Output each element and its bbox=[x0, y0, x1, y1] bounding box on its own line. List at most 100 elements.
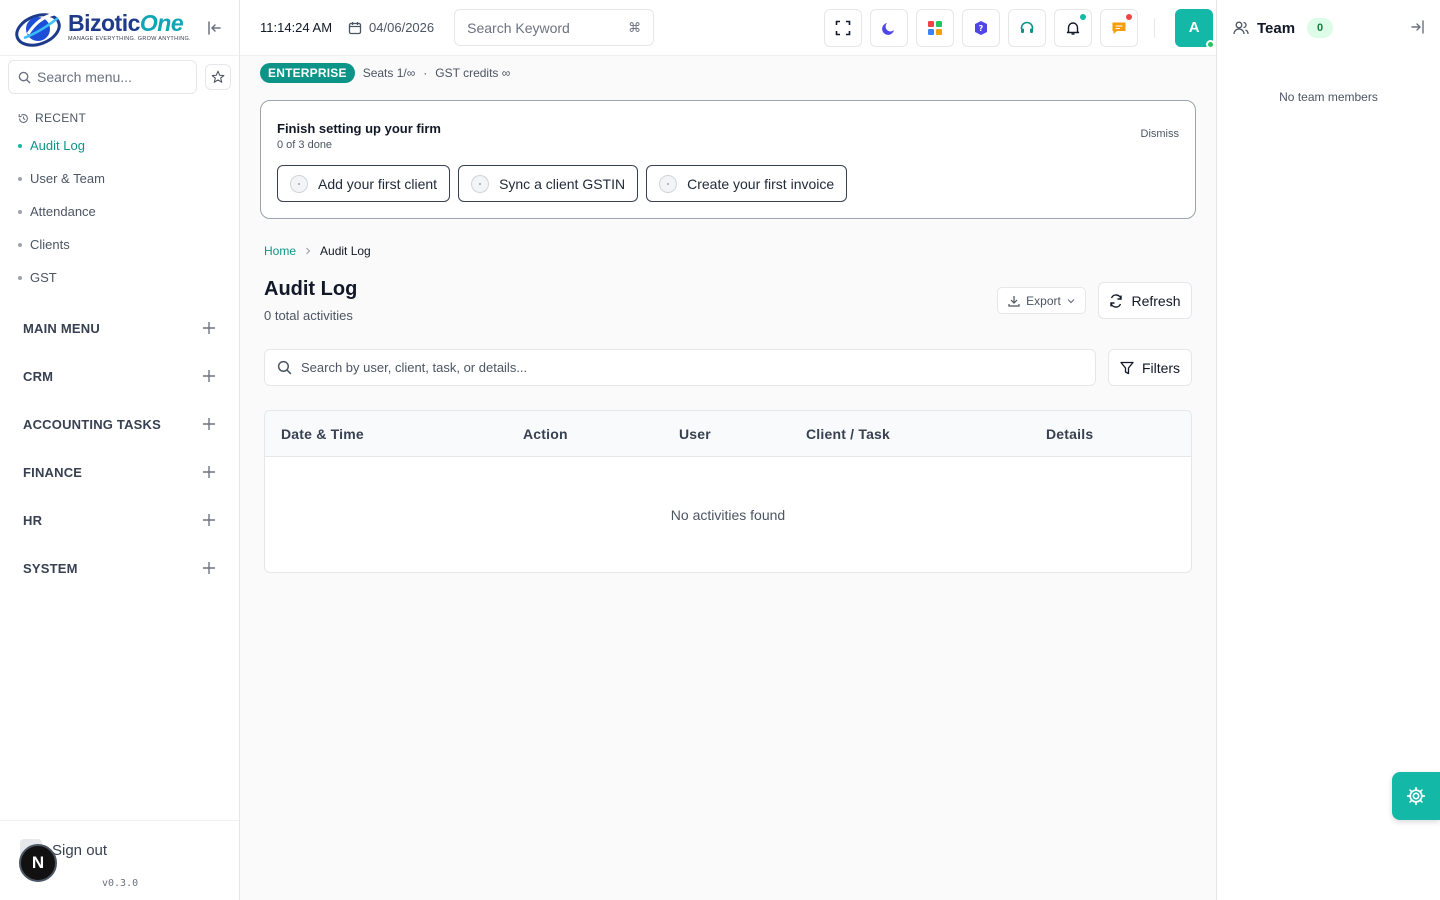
plus-icon bbox=[203, 370, 215, 382]
close-team-panel-button[interactable] bbox=[1410, 19, 1424, 37]
step-add-first-client[interactable]: Add your first client bbox=[277, 165, 451, 202]
column-details[interactable]: Details bbox=[1046, 426, 1093, 442]
fullscreen-button[interactable] bbox=[824, 8, 863, 47]
menu-group-label: CRM bbox=[23, 368, 54, 384]
menu-group-label: MAIN MENU bbox=[23, 320, 100, 336]
help-button[interactable]: ? bbox=[962, 8, 1001, 47]
menu-group-label: ACCOUNTING TASKS bbox=[23, 416, 162, 432]
step-sync-client-gstin[interactable]: Sync a client GSTIN bbox=[458, 165, 639, 202]
bullet-dot bbox=[18, 275, 22, 280]
refresh-icon bbox=[1110, 293, 1123, 308]
settings-fab[interactable] bbox=[1392, 772, 1440, 820]
sidebar-search bbox=[8, 60, 197, 94]
bullet-dot bbox=[18, 143, 22, 148]
help-shield-icon: ? bbox=[975, 20, 988, 35]
activity-search bbox=[264, 349, 1096, 386]
column-action[interactable]: Action bbox=[523, 426, 568, 442]
activity-search-input[interactable] bbox=[301, 360, 1081, 375]
column-user[interactable]: User bbox=[679, 426, 711, 442]
menu-group-main-menu[interactable]: MAIN MENU bbox=[0, 304, 239, 352]
messages-button[interactable] bbox=[1100, 8, 1139, 47]
team-panel: Team 0 No team members bbox=[1216, 0, 1440, 900]
online-status-dot bbox=[1206, 39, 1216, 49]
logo-row: BizoticOne MANAGE EVERYTHING. GROW ANYTH… bbox=[0, 0, 239, 56]
setup-progress: 0 of 3 done bbox=[277, 139, 333, 151]
keyword-search-input[interactable] bbox=[467, 19, 618, 36]
chat-icon bbox=[1112, 22, 1126, 34]
export-button[interactable]: Export bbox=[997, 287, 1086, 314]
plan-info: ENTERPRISE Seats 1/∞ · GST credits ∞ bbox=[260, 63, 510, 83]
recent-section-header: RECENT bbox=[0, 111, 239, 125]
column-client-task[interactable]: Client / Task bbox=[806, 426, 890, 442]
users-icon bbox=[1233, 21, 1249, 35]
user-avatar[interactable]: A bbox=[1175, 8, 1216, 49]
team-count-badge: 0 bbox=[1307, 18, 1334, 38]
bullet-dot bbox=[18, 242, 22, 247]
dev-tools-badge[interactable]: N bbox=[19, 844, 57, 882]
setup-checklist-card: Finish setting up your firm 0 of 3 done … bbox=[260, 100, 1196, 219]
step-label: Add your first client bbox=[318, 175, 438, 192]
star-icon bbox=[211, 70, 225, 83]
recent-item-label: GST bbox=[30, 270, 57, 285]
apps-button[interactable] bbox=[916, 8, 955, 47]
plus-icon bbox=[203, 562, 215, 574]
collapse-sidebar-button[interactable] bbox=[205, 18, 225, 38]
menu-group-crm[interactable]: CRM bbox=[0, 352, 239, 400]
recent-item-user-team[interactable]: User & Team bbox=[0, 162, 239, 195]
recent-item-attendance[interactable]: Attendance bbox=[0, 195, 239, 228]
recent-item-label: Clients bbox=[30, 237, 70, 252]
chevron-right-icon bbox=[306, 247, 311, 255]
bell-icon bbox=[1066, 21, 1080, 35]
menu-group-label: SYSTEM bbox=[23, 560, 78, 576]
bullet-dot bbox=[18, 176, 22, 181]
page-title: Audit Log bbox=[264, 278, 358, 300]
sidebar-search-input[interactable] bbox=[37, 69, 187, 85]
brand-tagline: MANAGE EVERYTHING. GROW ANYTHING. bbox=[68, 36, 191, 43]
refresh-button[interactable]: Refresh bbox=[1098, 282, 1192, 319]
search-icon bbox=[18, 71, 31, 84]
gst-credits-info: GST credits ∞ bbox=[435, 66, 511, 80]
favorites-button[interactable] bbox=[205, 64, 231, 90]
sidebar-footer: Sign out N v0.3.0 bbox=[0, 820, 239, 900]
recent-item-clients[interactable]: Clients bbox=[0, 228, 239, 261]
avatar-initial: A bbox=[1188, 19, 1200, 36]
activity-count: 0 total activities bbox=[264, 308, 353, 323]
arrow-right-to-line-icon bbox=[1411, 19, 1424, 34]
calendar-icon bbox=[348, 21, 362, 34]
headset-icon bbox=[1020, 21, 1034, 33]
plus-icon bbox=[203, 514, 215, 526]
app-version: v0.3.0 bbox=[102, 878, 139, 889]
date-text: 04/06/2026 bbox=[369, 20, 435, 35]
recent-list: Audit Log User & Team Attendance Clients… bbox=[0, 129, 239, 294]
notification-dot bbox=[1080, 13, 1087, 20]
breadcrumb: Home Audit Log bbox=[264, 244, 371, 258]
menu-group-label: FINANCE bbox=[23, 464, 83, 480]
brand-name-accent: One bbox=[139, 10, 184, 37]
menu-group-label: HR bbox=[23, 512, 43, 528]
sign-out-label: Sign out bbox=[52, 841, 108, 859]
apps-grid-icon bbox=[928, 20, 943, 35]
recent-item-audit-log[interactable]: Audit Log bbox=[0, 129, 239, 162]
filters-button[interactable]: Filters bbox=[1108, 349, 1192, 386]
dark-mode-toggle[interactable] bbox=[870, 8, 909, 47]
menu-group-hr[interactable]: HR bbox=[0, 496, 239, 544]
notifications-button[interactable] bbox=[1054, 8, 1093, 47]
step-create-first-invoice[interactable]: Create your first invoice bbox=[646, 165, 848, 202]
breadcrumb-current: Audit Log bbox=[320, 244, 371, 258]
step-label: Sync a client GSTIN bbox=[499, 175, 626, 192]
brand-wordmark: BizoticOne MANAGE EVERYTHING. GROW ANYTH… bbox=[68, 12, 191, 43]
column-date-time[interactable]: Date & Time bbox=[281, 426, 364, 442]
menu-group-accounting-tasks[interactable]: ACCOUNTING TASKS bbox=[0, 400, 239, 448]
support-button[interactable] bbox=[1008, 8, 1047, 47]
plus-icon bbox=[203, 322, 215, 334]
clock: 11:14:24 AM bbox=[260, 20, 333, 35]
empty-state: No activities found bbox=[670, 507, 786, 523]
recent-item-gst[interactable]: GST bbox=[0, 261, 239, 294]
menu-group-system[interactable]: SYSTEM bbox=[0, 544, 239, 592]
breadcrumb-home[interactable]: Home bbox=[264, 244, 296, 258]
brand-name: Bizotic bbox=[68, 10, 140, 37]
step-status-icon bbox=[471, 174, 490, 193]
menu-group-finance[interactable]: FINANCE bbox=[0, 448, 239, 496]
dismiss-button[interactable]: Dismiss bbox=[1141, 128, 1180, 140]
brand-logo-icon bbox=[14, 8, 66, 48]
